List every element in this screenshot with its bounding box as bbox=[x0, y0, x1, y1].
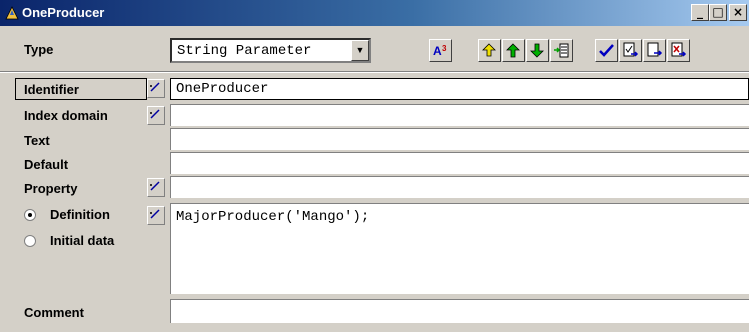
comment-field[interactable] bbox=[170, 299, 749, 323]
app-icon bbox=[5, 6, 19, 20]
check-button[interactable] bbox=[595, 39, 618, 62]
arrow-down-icon bbox=[530, 43, 544, 58]
text-field[interactable] bbox=[170, 128, 749, 150]
comment-label: Comment bbox=[24, 305, 84, 320]
initial-data-label: Initial data bbox=[50, 233, 115, 248]
identifier-edit-button[interactable] bbox=[147, 79, 165, 98]
chevron-down-icon[interactable]: ▼ bbox=[351, 40, 369, 61]
insert-button[interactable] bbox=[550, 39, 573, 62]
index-domain-label: Index domain bbox=[24, 108, 108, 123]
svg-text:A: A bbox=[433, 44, 442, 58]
title-bar: OneProducer _ □ × bbox=[0, 0, 749, 26]
a3-icon: A3 bbox=[433, 44, 447, 58]
identifier-value: OneProducer bbox=[176, 81, 269, 97]
window-title: OneProducer bbox=[22, 5, 105, 20]
type-select[interactable]: String Parameter ▼ bbox=[170, 38, 371, 63]
apply-icon bbox=[623, 42, 639, 57]
insert-icon bbox=[554, 43, 569, 58]
type-label: Type bbox=[24, 42, 54, 57]
pencil-icon bbox=[150, 82, 160, 92]
definition-label: Definition bbox=[50, 207, 110, 222]
definition-edit-button[interactable] bbox=[147, 206, 165, 225]
close-window-button[interactable]: × bbox=[729, 4, 747, 21]
definition-field[interactable]: MajorProducer('Mango'); bbox=[170, 203, 749, 294]
pencil-icon bbox=[150, 109, 160, 119]
minimize-button[interactable]: _ bbox=[691, 4, 709, 21]
checkmark-icon bbox=[599, 44, 614, 57]
move-up-button[interactable] bbox=[502, 39, 525, 62]
back-button[interactable] bbox=[478, 39, 501, 62]
maximize-button[interactable]: □ bbox=[709, 4, 727, 21]
default-field[interactable] bbox=[170, 152, 749, 174]
type-select-value: String Parameter bbox=[177, 43, 312, 59]
property-field[interactable] bbox=[170, 176, 749, 198]
back-arrow-icon bbox=[482, 43, 496, 57]
apply-button[interactable] bbox=[619, 39, 642, 62]
text-label: Text bbox=[24, 133, 50, 148]
identifier-field[interactable]: OneProducer bbox=[170, 78, 749, 100]
arrow-up-icon bbox=[506, 43, 520, 58]
property-edit-button[interactable] bbox=[147, 178, 165, 197]
property-label: Property bbox=[24, 181, 78, 196]
export-icon bbox=[647, 42, 663, 57]
toolbar-divider-highlight bbox=[0, 72, 749, 73]
definition-value: MajorProducer('Mango'); bbox=[176, 209, 370, 225]
svg-text:3: 3 bbox=[442, 44, 447, 53]
attribute-button[interactable]: A3 bbox=[429, 39, 452, 62]
default-label: Default bbox=[24, 157, 69, 172]
definition-radio[interactable] bbox=[24, 209, 36, 221]
index-domain-edit-button[interactable] bbox=[147, 106, 165, 125]
move-down-button[interactable] bbox=[526, 39, 549, 62]
initial-data-radio[interactable] bbox=[24, 235, 36, 247]
export-button[interactable] bbox=[643, 39, 666, 62]
index-domain-field[interactable] bbox=[170, 104, 749, 126]
pencil-icon bbox=[150, 181, 160, 191]
close-doc-icon bbox=[671, 42, 687, 57]
close-button[interactable] bbox=[667, 39, 690, 62]
pencil-icon bbox=[150, 209, 160, 219]
identifier-label: Identifier bbox=[24, 82, 79, 97]
